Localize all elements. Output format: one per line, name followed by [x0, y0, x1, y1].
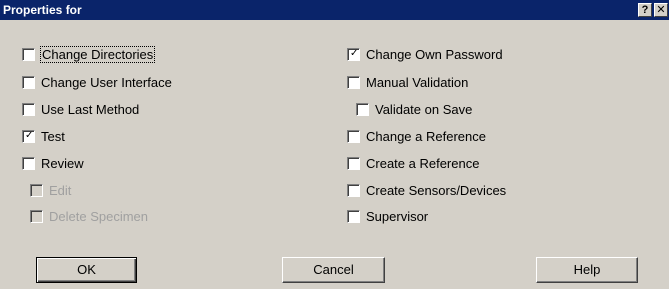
- check-mark-icon: [350, 131, 357, 140]
- help-icon[interactable]: ?: [638, 3, 652, 17]
- check-mark-icon: [25, 158, 32, 167]
- help-button[interactable]: Help: [536, 257, 638, 283]
- checkbox[interactable]: [22, 47, 35, 61]
- check-mark-icon: [350, 158, 357, 167]
- check-mark-icon: [25, 49, 32, 58]
- checkbox[interactable]: [347, 156, 360, 170]
- checkbox[interactable]: [347, 183, 360, 197]
- check-mark-icon: [25, 77, 32, 86]
- checkbox[interactable]: ✓: [347, 47, 360, 61]
- option-change-user-interface[interactable]: Change User Interface: [22, 72, 172, 92]
- close-icon[interactable]: ✕: [654, 3, 668, 17]
- option-supervisor[interactable]: Supervisor: [347, 206, 428, 226]
- option-label: Create a Reference: [366, 155, 480, 171]
- checkbox: [30, 183, 43, 197]
- option-label: Change User Interface: [41, 74, 172, 90]
- option-label: Review: [41, 155, 84, 171]
- checkbox[interactable]: [347, 75, 360, 89]
- check-mark-icon: [359, 104, 366, 113]
- option-label: Change Own Password: [366, 46, 503, 62]
- checkbox[interactable]: [22, 102, 35, 116]
- option-label: Validate on Save: [375, 101, 473, 117]
- checkbox: [30, 209, 43, 223]
- option-label: Test: [41, 128, 65, 144]
- option-label: Manual Validation: [366, 74, 469, 90]
- option-create-sensors-devices[interactable]: Create Sensors/Devices: [347, 180, 506, 200]
- checkbox[interactable]: ✓: [22, 129, 35, 143]
- option-manual-validation[interactable]: Manual Validation: [347, 72, 468, 92]
- checkbox[interactable]: [356, 102, 369, 116]
- option-label: Delete Specimen: [49, 208, 148, 224]
- option-change-a-reference[interactable]: Change a Reference: [347, 126, 486, 146]
- option-review[interactable]: Review: [22, 153, 84, 173]
- option-use-last-method[interactable]: Use Last Method: [22, 99, 139, 119]
- title-bar: Properties for ? ✕: [0, 0, 669, 20]
- option-change-own-password[interactable]: ✓ Change Own Password: [347, 44, 503, 64]
- check-mark-icon: [350, 211, 357, 220]
- option-create-a-reference[interactable]: Create a Reference: [347, 153, 479, 173]
- option-label: Change Directories: [39, 45, 156, 63]
- ok-button[interactable]: OK: [36, 257, 137, 283]
- check-mark-icon: [25, 104, 32, 113]
- option-test[interactable]: ✓ Test: [22, 126, 65, 146]
- checkbox[interactable]: [347, 129, 360, 143]
- check-mark-icon: [33, 211, 40, 220]
- check-mark-icon: ✓: [25, 129, 34, 141]
- check-mark-icon: [350, 77, 357, 86]
- option-edit: Edit: [30, 180, 71, 200]
- option-label: Edit: [49, 182, 72, 198]
- option-delete-specimen: Delete Specimen: [30, 206, 148, 226]
- checkbox[interactable]: [22, 75, 35, 89]
- window-title: Properties for: [3, 3, 82, 17]
- check-mark-icon: [33, 185, 40, 194]
- option-change-directories[interactable]: Change Directories: [22, 44, 156, 64]
- option-label: Use Last Method: [41, 101, 140, 117]
- option-label: Create Sensors/Devices: [366, 182, 507, 198]
- option-validate-on-save[interactable]: Validate on Save: [356, 99, 472, 119]
- check-mark-icon: [350, 185, 357, 194]
- cancel-button[interactable]: Cancel: [282, 257, 385, 283]
- option-label: Supervisor: [366, 208, 429, 224]
- option-label: Change a Reference: [366, 128, 486, 144]
- check-mark-icon: ✓: [350, 47, 359, 59]
- properties-dialog: Properties for ? ✕ Change Directories Ch…: [0, 0, 669, 289]
- checkbox[interactable]: [22, 156, 35, 170]
- checkbox[interactable]: [347, 209, 360, 223]
